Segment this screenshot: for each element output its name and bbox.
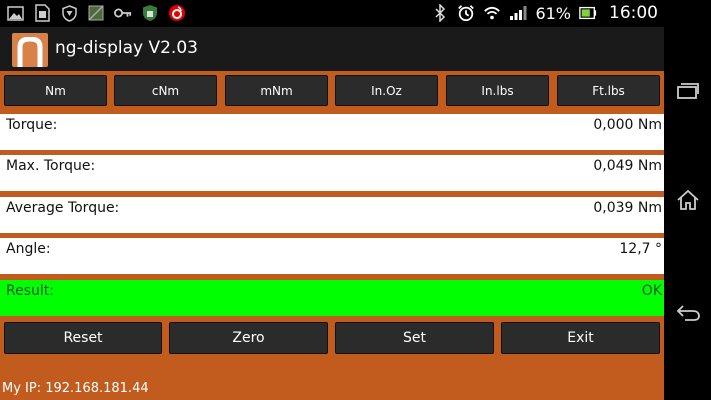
navigation-bar [664,0,711,400]
unit-button-inlbs[interactable]: In.lbs [446,75,549,106]
back-icon[interactable] [672,298,704,326]
average-torque-label: Average Torque: [6,200,120,216]
max-torque-field: Max. Torque: 0,049 Nm [0,155,664,191]
torque-label: Torque: [6,117,58,133]
max-torque-label: Max. Torque: [6,158,96,174]
unit-button-inoz[interactable]: In.Oz [335,75,438,106]
battery-charging-icon [579,4,597,22]
app-bar: ng-display V2.03 [0,27,664,71]
image-icon [6,4,24,22]
unit-selector: Nm cNm mNm In.Oz In.lbs Ft.lbs [0,75,664,107]
unit-button-nm[interactable]: Nm [4,75,107,106]
photo-icon [87,4,105,22]
bluetooth-icon [431,4,449,22]
app-logo-icon[interactable] [12,33,48,67]
result-field: Result: OK [0,280,664,316]
torque-field: Torque: 0,000 Nm [0,114,664,150]
reset-button[interactable]: Reset [4,322,162,354]
main-panel: Nm cNm mNm In.Oz In.lbs Ft.lbs Torque: 0… [0,71,664,400]
status-bar: 61% 16:00 [0,0,664,27]
unit-button-cnm[interactable]: cNm [114,75,217,106]
signal-icon [509,4,527,22]
set-button[interactable]: Set [335,322,494,354]
result-label: Result: [6,283,54,299]
shield-icon [60,4,78,22]
angle-label: Angle: [6,241,51,257]
recent-apps-icon[interactable] [672,77,704,105]
clock: 16:00 [609,3,658,23]
unit-button-ftlbs[interactable]: Ft.lbs [557,75,660,106]
angle-value: 12,7 ° [619,241,662,257]
alarm-clock-icon [457,4,475,22]
battery-percent: 61% [535,3,571,23]
angle-field: Angle: 12,7 ° [0,238,664,274]
unit-button-mnm[interactable]: mNm [225,75,328,106]
max-torque-value: 0,049 Nm [593,158,662,174]
security-icon [141,4,159,22]
average-torque-value: 0,039 Nm [593,200,662,216]
sim-toolkit-icon [33,4,51,22]
average-torque-field: Average Torque: 0,039 Nm [0,197,664,233]
vodafone-icon [168,4,186,22]
ip-address: My IP: 192.168.181.44 [2,381,149,396]
wifi-icon [483,4,501,22]
home-icon[interactable] [672,186,704,214]
key-icon [114,4,132,22]
app-title: ng-display V2.03 [55,38,198,58]
exit-button[interactable]: Exit [501,322,660,354]
zero-button[interactable]: Zero [169,322,328,354]
system-indicators: 61% 16:00 [431,3,658,23]
notification-icons [6,4,186,22]
torque-value: 0,000 Nm [593,117,662,133]
result-value: OK [641,283,662,299]
